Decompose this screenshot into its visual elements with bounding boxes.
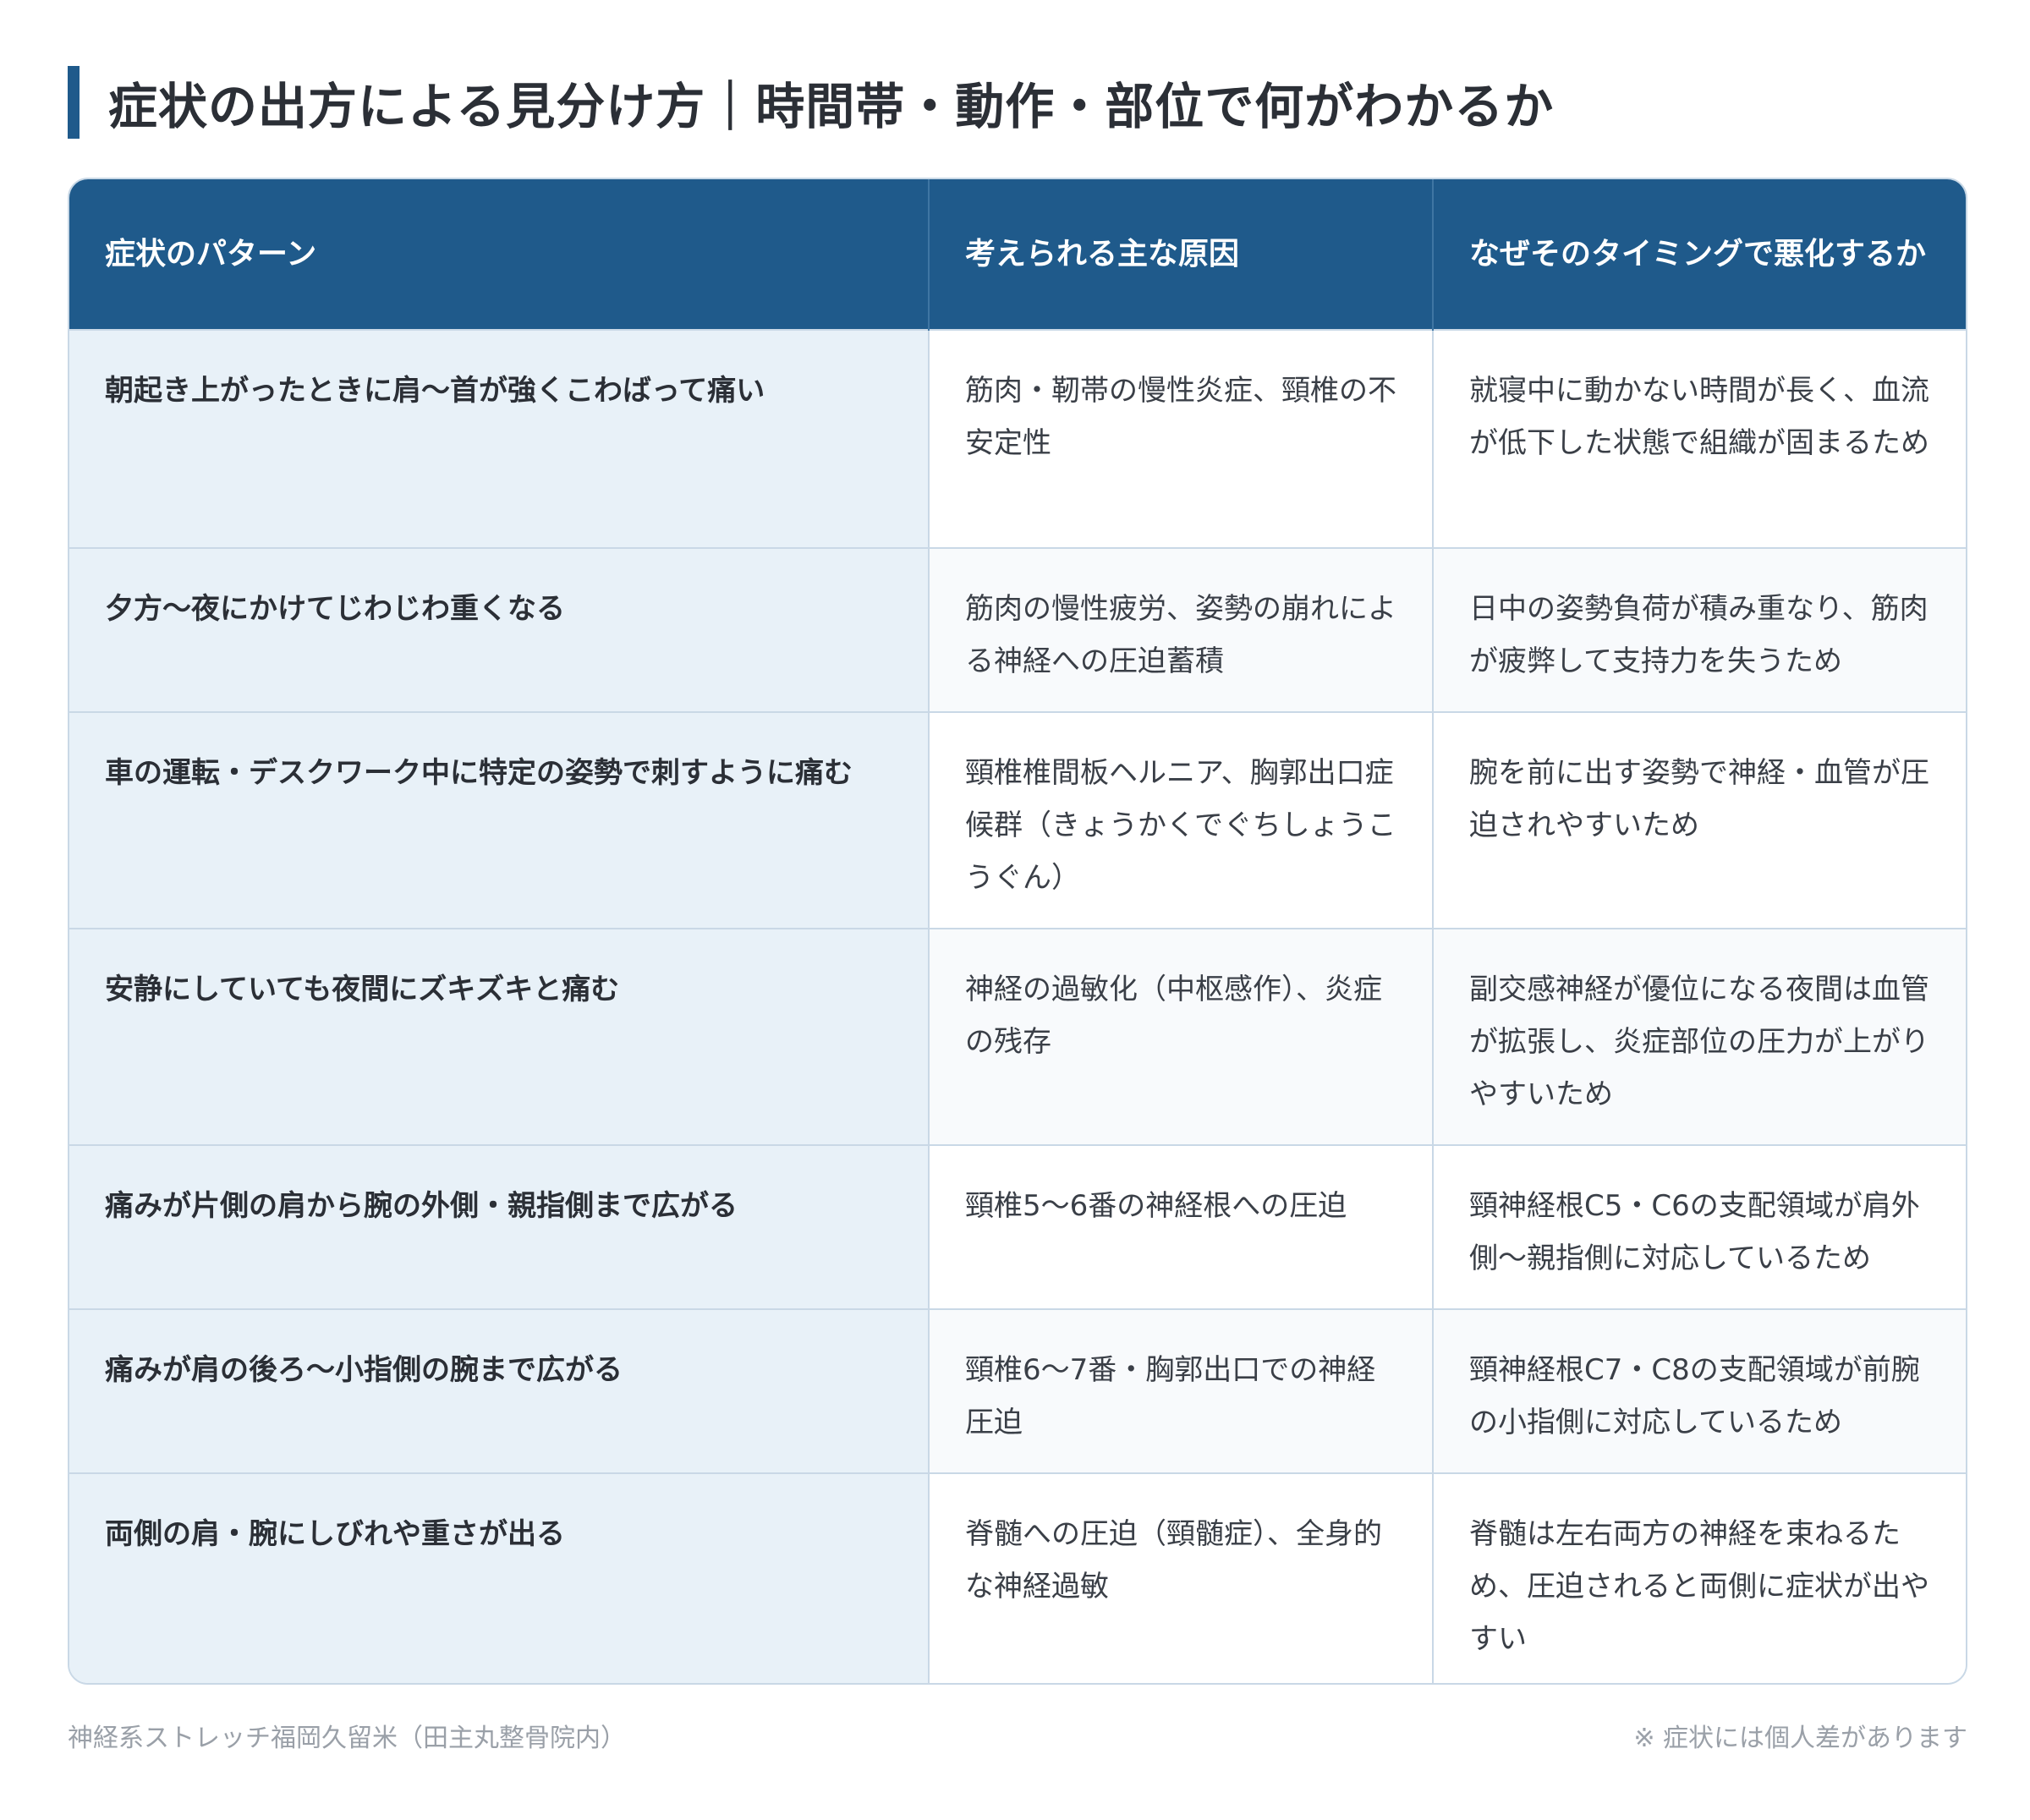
reason-cell: 頸神経根C7・C8の支配領域が前腕の小指側に対応しているため xyxy=(1433,1308,1966,1473)
symptom-table-card: 症状のパターン 考えられる主な原因 なぜそのタイミングで悪化するか 朝起き上がっ… xyxy=(68,178,1967,1685)
header-cause: 考えられる主な原因 xyxy=(929,179,1434,330)
cause-cell: 筋肉・靭帯の慢性炎症、頸椎の不安定性 xyxy=(929,329,1434,548)
cause-cell: 筋肉の慢性疲労、姿勢の崩れによる神経への圧迫蓄積 xyxy=(929,547,1434,712)
header-reason: なぜそのタイミングで悪化するか xyxy=(1433,179,1966,330)
table-row: 朝起き上がったときに肩〜首が強くこわばって痛い 筋肉・靭帯の慢性炎症、頸椎の不安… xyxy=(69,329,1966,548)
reason-cell: 頸神経根C5・C6の支配領域が肩外側〜親指側に対応しているため xyxy=(1433,1144,1966,1309)
pattern-cell: 両側の肩・腕にしびれや重さが出る xyxy=(69,1472,930,1683)
pattern-cell: 安静にしていても夜間にズキズキと痛む xyxy=(69,928,930,1145)
cause-cell: 神経の過敏化（中枢感作）、炎症の残存 xyxy=(929,928,1434,1145)
table-row: 夕方〜夜にかけてじわじわ重くなる 筋肉の慢性疲労、姿勢の崩れによる神経への圧迫蓄… xyxy=(69,547,1966,712)
title-accent-bar xyxy=(68,66,80,139)
reason-cell: 脊髄は左右両方の神経を束ねるため、圧迫されると両側に症状が出やすい xyxy=(1433,1472,1966,1683)
table-row: 車の運転・デスクワーク中に特定の姿勢で刺すように痛む 頸椎椎間板ヘルニア、胸郭出… xyxy=(69,711,1966,929)
cause-cell: 頸椎椎間板ヘルニア、胸郭出口症候群（きょうかくでぐちしょうこうぐん） xyxy=(929,711,1434,929)
reason-cell: 就寝中に動かない時間が長く、血流が低下した状態で組織が固まるため xyxy=(1433,329,1966,548)
header-pattern: 症状のパターン xyxy=(69,179,930,330)
source-credit: 神経系ストレッチ福岡久留米（田主丸整骨院内） xyxy=(68,1724,626,1753)
pattern-cell: 朝起き上がったときに肩〜首が強くこわばって痛い xyxy=(69,329,930,548)
table-header-row: 症状のパターン 考えられる主な原因 なぜそのタイミングで悪化するか xyxy=(69,179,1966,330)
cause-cell: 頸椎5〜6番の神経根への圧迫 xyxy=(929,1144,1434,1309)
symptom-table: 症状のパターン 考えられる主な原因 なぜそのタイミングで悪化するか 朝起き上がっ… xyxy=(69,179,1966,1683)
table-row: 痛みが肩の後ろ〜小指側の腕まで広がる 頸椎6〜7番・胸郭出口での神経圧迫 頸神経… xyxy=(69,1308,1966,1473)
table-row: 安静にしていても夜間にズキズキと痛む 神経の過敏化（中枢感作）、炎症の残存 副交… xyxy=(69,928,1966,1145)
table-row: 両側の肩・腕にしびれや重さが出る 脊髄への圧迫（頸髄症）、全身的な神経過敏 脊髄… xyxy=(69,1472,1966,1683)
pattern-cell: 車の運転・デスクワーク中に特定の姿勢で刺すように痛む xyxy=(69,711,930,929)
cause-cell: 脊髄への圧迫（頸髄症）、全身的な神経過敏 xyxy=(929,1472,1434,1683)
reason-cell: 日中の姿勢負荷が積み重なり、筋肉が疲弊して支持力を失うため xyxy=(1433,547,1966,712)
reason-cell: 副交感神経が優位になる夜間は血管が拡張し、炎症部位の圧力が上がりやすいため xyxy=(1433,928,1966,1145)
pattern-cell: 夕方〜夜にかけてじわじわ重くなる xyxy=(69,547,930,712)
table-row: 痛みが片側の肩から腕の外側・親指側まで広がる 頸椎5〜6番の神経根への圧迫 頸神… xyxy=(69,1144,1966,1309)
title-block: 症状の出方による見分け方｜時間帯・動作・部位で何がわかるか xyxy=(68,66,1554,139)
pattern-cell: 痛みが片側の肩から腕の外側・親指側まで広がる xyxy=(69,1144,930,1309)
pattern-cell: 痛みが肩の後ろ〜小指側の腕まで広がる xyxy=(69,1308,930,1473)
page-title: 症状の出方による見分け方｜時間帯・動作・部位で何がわかるか xyxy=(108,78,1555,135)
reason-cell: 腕を前に出す姿勢で神経・血管が圧迫されやすいため xyxy=(1433,711,1966,929)
cause-cell: 頸椎6〜7番・胸郭出口での神経圧迫 xyxy=(929,1308,1434,1473)
disclaimer-note: ※ 症状には個人差があります xyxy=(1633,1724,1967,1753)
page: 症状の出方による見分け方｜時間帯・動作・部位で何がわかるか 症状のパターン 考え… xyxy=(0,0,2030,1820)
